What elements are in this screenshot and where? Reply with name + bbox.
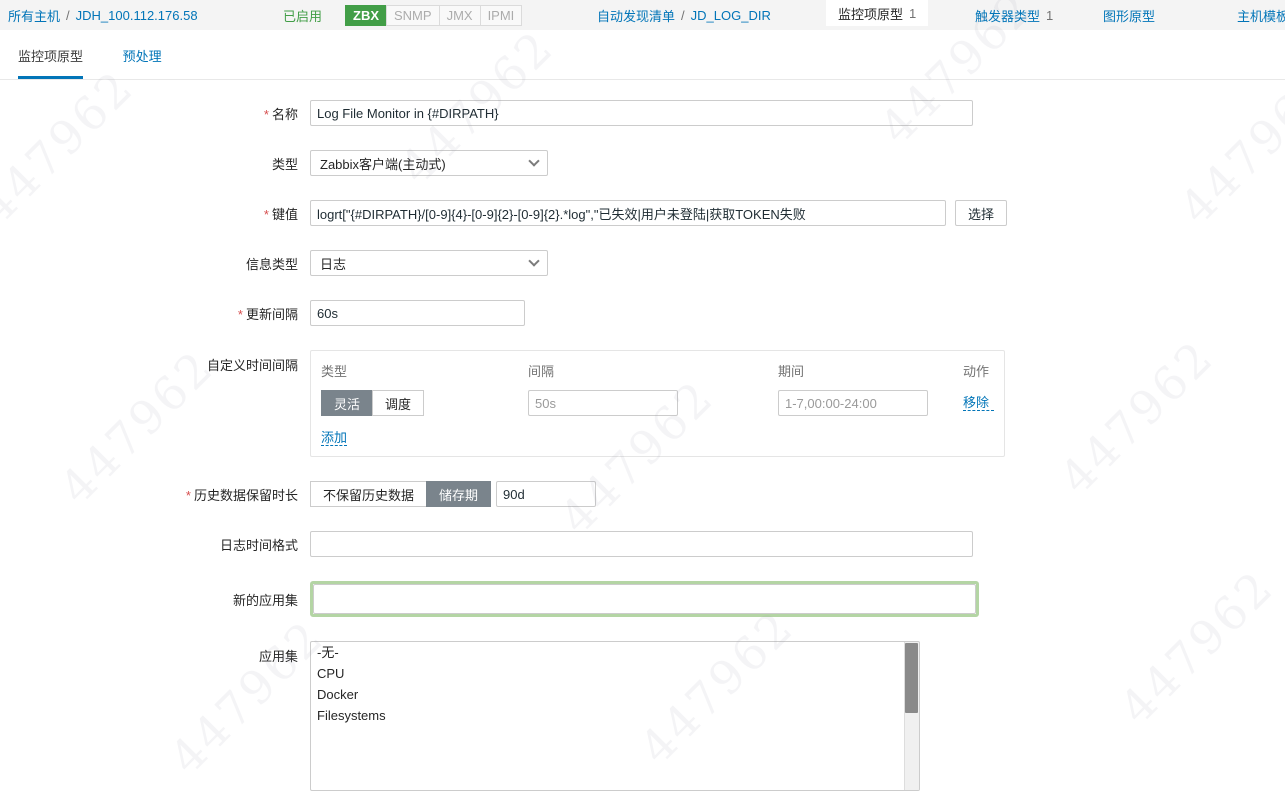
nav-item-prototypes-count: 1 xyxy=(909,6,916,21)
nav-trigger-prototypes-count: 1 xyxy=(1046,8,1053,23)
application-option-none[interactable]: -无- xyxy=(311,642,904,663)
form-row-history: *历史数据保留时长 不保留历史数据 储存期 xyxy=(0,481,1285,507)
col-header-interval: 间隔 xyxy=(528,361,778,390)
info-type-select-value: 日志 xyxy=(320,254,346,273)
breadcrumb-bar: 所有主机 / JDH_100.112.176.58 已启用 ZBX SNMP J… xyxy=(0,0,1285,30)
form-row-update-interval: *更新间隔 xyxy=(0,300,1285,326)
type-select-value: Zabbix客户端(主动式) xyxy=(320,154,446,173)
info-type-label: 信息类型 xyxy=(0,254,310,273)
chevron-down-icon xyxy=(528,255,539,266)
applications-listbox[interactable]: -无- CPU Docker Filesystems xyxy=(310,641,920,791)
custom-intervals-box: 类型 间隔 期间 动作 灵活 调度 移除 添加 xyxy=(310,350,1005,457)
col-header-period: 期间 xyxy=(778,361,963,390)
new-application-highlight xyxy=(310,581,979,617)
host-status-enabled: 已启用 xyxy=(283,0,322,30)
breadcrumb-separator: / xyxy=(681,8,685,23)
required-marker: * xyxy=(186,488,191,503)
tab-preprocessing[interactable]: 预处理 xyxy=(123,46,162,76)
new-application-label: 新的应用集 xyxy=(0,590,310,609)
log-time-format-label: 日志时间格式 xyxy=(0,535,310,554)
form-row-key: *键值 选择 xyxy=(0,200,1285,226)
interface-jmx-badge: JMX xyxy=(439,5,481,26)
nav-host-prototypes-label: 主机模板 xyxy=(1237,6,1285,25)
type-label: 类型 xyxy=(0,154,310,173)
discovery-rule-link[interactable]: JD_LOG_DIR xyxy=(691,8,771,23)
name-label: *名称 xyxy=(0,104,310,123)
breadcrumb-separator: / xyxy=(66,8,70,23)
application-option-filesystems[interactable]: Filesystems xyxy=(311,705,904,726)
required-marker: * xyxy=(264,207,269,222)
key-select-button[interactable]: 选择 xyxy=(955,200,1007,226)
required-marker: * xyxy=(264,107,269,122)
form-row-info-type: 信息类型 日志 xyxy=(0,250,1285,276)
form-row-name: *名称 xyxy=(0,100,1285,126)
listbox-scrollbar-track[interactable] xyxy=(904,642,919,790)
interval-type-flexible-button[interactable]: 灵活 xyxy=(321,390,373,416)
add-interval-link[interactable]: 添加 xyxy=(321,430,347,446)
key-label: *键值 xyxy=(0,204,310,223)
history-mode-toggle: 不保留历史数据 储存期 xyxy=(310,481,491,507)
discovery-breadcrumb: 自动发现清单 / JD_LOG_DIR xyxy=(597,0,771,30)
form-row-type: 类型 Zabbix客户端(主动式) xyxy=(0,150,1285,176)
form-tabs: 监控项原型 预处理 xyxy=(0,30,1285,80)
required-marker: * xyxy=(238,307,243,322)
nav-item-prototypes[interactable]: 监控项原型 1 xyxy=(826,0,928,26)
key-input[interactable] xyxy=(310,200,946,226)
item-prototype-form: *名称 类型 Zabbix客户端(主动式) *键值 选择 信息类型 日志 *更新… xyxy=(0,80,1285,791)
application-option-cpu[interactable]: CPU xyxy=(311,663,904,684)
form-row-custom-intervals: 自定义时间间隔 类型 间隔 期间 动作 灵活 调度 移除 添加 xyxy=(0,350,1285,457)
info-type-select[interactable]: 日志 xyxy=(310,250,548,276)
update-interval-label: *更新间隔 xyxy=(0,304,310,323)
interval-type-scheduling-button[interactable]: 调度 xyxy=(372,390,424,416)
custom-interval-row: 灵活 调度 移除 xyxy=(321,390,994,416)
breadcrumb-host[interactable]: JDH_100.112.176.58 xyxy=(76,8,198,23)
nav-trigger-prototypes[interactable]: 触发器类型 1 xyxy=(975,0,1053,30)
history-do-not-keep-button[interactable]: 不保留历史数据 xyxy=(310,481,427,507)
history-label: *历史数据保留时长 xyxy=(0,485,310,504)
nav-item-prototypes-label: 监控项原型 xyxy=(838,4,903,23)
chevron-down-icon xyxy=(528,155,539,166)
nav-trigger-prototypes-label: 触发器类型 xyxy=(975,6,1040,25)
tab-item-prototype[interactable]: 监控项原型 xyxy=(18,46,83,79)
form-row-applications: 应用集 -无- CPU Docker Filesystems xyxy=(0,641,1285,791)
discovery-list-link[interactable]: 自动发现清单 xyxy=(597,6,675,25)
custom-intervals-label: 自定义时间间隔 xyxy=(0,350,310,374)
history-value-input[interactable] xyxy=(496,481,596,507)
nav-graph-prototypes-label: 图形原型 xyxy=(1103,6,1155,25)
remove-interval-link[interactable]: 移除 xyxy=(963,395,994,411)
col-header-type: 类型 xyxy=(321,361,528,390)
form-row-new-application: 新的应用集 xyxy=(0,581,1285,617)
update-interval-input[interactable] xyxy=(310,300,525,326)
history-storage-period-button[interactable]: 储存期 xyxy=(426,481,491,507)
form-row-log-time-format: 日志时间格式 xyxy=(0,531,1285,557)
new-application-input[interactable] xyxy=(313,584,976,614)
log-time-format-input[interactable] xyxy=(310,531,973,557)
breadcrumb-all-hosts[interactable]: 所有主机 xyxy=(8,6,60,25)
interval-type-toggle: 灵活 调度 xyxy=(321,390,528,416)
custom-intervals-header: 类型 间隔 期间 动作 xyxy=(321,361,994,390)
nav-host-prototypes[interactable]: 主机模板 xyxy=(1237,0,1285,30)
col-header-action: 动作 xyxy=(963,361,994,390)
interface-availability-group: ZBX SNMP JMX IPMI xyxy=(345,0,522,30)
period-input[interactable] xyxy=(778,390,928,416)
applications-label: 应用集 xyxy=(0,641,310,665)
name-input[interactable] xyxy=(310,100,973,126)
type-select[interactable]: Zabbix客户端(主动式) xyxy=(310,150,548,176)
interface-snmp-badge: SNMP xyxy=(386,5,440,26)
interface-zbx-badge: ZBX xyxy=(345,5,387,26)
interface-ipmi-badge: IPMI xyxy=(480,5,523,26)
listbox-scrollbar-thumb[interactable] xyxy=(905,643,918,713)
nav-graph-prototypes[interactable]: 图形原型 xyxy=(1103,0,1155,30)
interval-input[interactable] xyxy=(528,390,678,416)
application-option-docker[interactable]: Docker xyxy=(311,684,904,705)
